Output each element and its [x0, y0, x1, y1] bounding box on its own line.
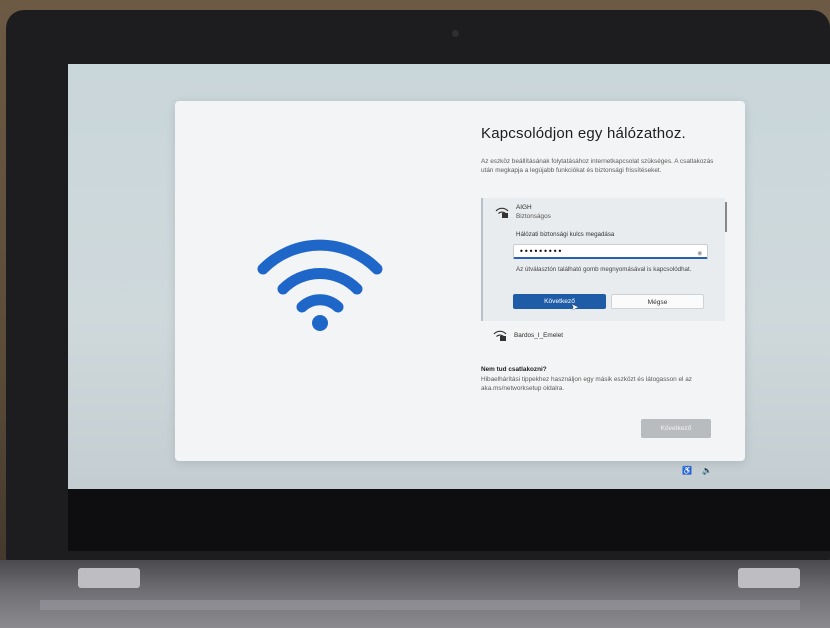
network-name: Bardos_I_Emelet [514, 332, 564, 339]
accessibility-icon[interactable]: ♿ [682, 466, 702, 475]
wifi-lock-icon [495, 207, 509, 218]
network-list: AIGH Biztonságos Hálózati biztonsági kul… [481, 198, 727, 347]
wifi-lock-icon [493, 330, 507, 341]
page-title: Kapcsolódjon egy hálózathoz. [481, 125, 686, 142]
cancel-button[interactable]: Mégse [611, 294, 704, 309]
network-setup-dialog: Kapcsolódjon egy hálózathoz. Az eszköz b… [175, 101, 745, 461]
password-value: ••••••••• [519, 247, 563, 256]
right-hinge [738, 568, 800, 588]
left-hinge [78, 568, 140, 588]
wps-hint: Az útválasztón található gomb megnyomásá… [516, 266, 692, 273]
network-status: Biztonságos [516, 213, 551, 220]
page-description: Az eszköz beállításának folytatásához in… [481, 158, 714, 174]
keyboard-edge [40, 600, 800, 610]
system-tray: ♿🔈 [682, 466, 722, 475]
help-title: Nem tud csatlakozni? [481, 366, 547, 373]
wifi-icon [257, 239, 383, 331]
network-item-bardos[interactable]: Bardos_I_Emelet [481, 321, 725, 347]
next-button[interactable]: Következő [641, 419, 711, 438]
eye-icon[interactable]: ◉ [698, 247, 702, 259]
screen-bottom-bezel [68, 489, 830, 551]
webcam [452, 30, 459, 37]
password-field[interactable]: ••••••••• ◉ [513, 244, 708, 259]
volume-icon[interactable]: 🔈 [702, 466, 722, 475]
oobe-screen: Kapcsolódjon egy hálózathoz. Az eszköz b… [68, 64, 830, 489]
connect-button[interactable]: Következő [513, 294, 606, 309]
help-text: Hibaelhárítási tippekhez használjon egy … [481, 376, 693, 392]
network-name: AIGH [516, 204, 532, 211]
scrollbar[interactable] [725, 202, 727, 232]
network-item-aigh[interactable]: AIGH Biztonságos Hálózati biztonsági kul… [481, 198, 727, 321]
mouse-cursor-icon: ➤ [571, 302, 579, 312]
security-key-label: Hálózati biztonsági kulcs megadása [516, 231, 615, 238]
